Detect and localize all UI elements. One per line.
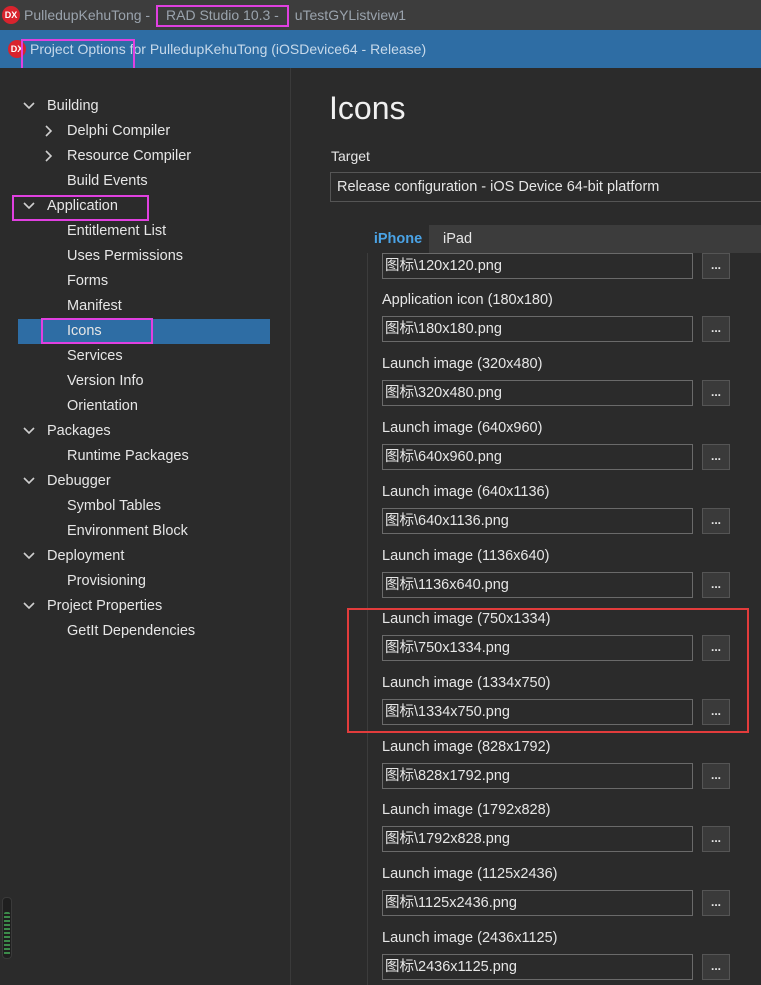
- tree-item-label: Debugger: [47, 473, 111, 489]
- highlight-box-application: [12, 195, 149, 221]
- browse-button[interactable]: ...: [702, 890, 730, 916]
- icon-path-input[interactable]: 图标\1136x640.png: [382, 572, 693, 598]
- tab-ipad[interactable]: iPad: [443, 225, 472, 253]
- field-label: Launch image (2436x1125): [382, 930, 558, 946]
- field-label: Launch image (1136x640): [382, 548, 550, 564]
- icon-path-input[interactable]: 图标\1792x828.png: [382, 826, 693, 852]
- tree-item-label: Entitlement List: [67, 223, 167, 239]
- tree-item-orientation[interactable]: Orientation: [67, 394, 138, 418]
- tree-item-label: Orientation: [67, 398, 138, 414]
- chevron-down-icon[interactable]: [22, 474, 36, 488]
- tree-item-label: Project Properties: [47, 598, 163, 614]
- tree-item-label: Uses Permissions: [67, 248, 184, 264]
- browse-button[interactable]: ...: [702, 572, 730, 598]
- tree-item-build-events[interactable]: Build Events: [67, 169, 148, 193]
- icon-path-input[interactable]: 图标\640x1136.png: [382, 508, 693, 534]
- icon-path-input[interactable]: 图标\1125x2436.png: [382, 890, 693, 916]
- tree-item-label: Resource Compiler: [67, 148, 192, 164]
- tree-item-forms[interactable]: Forms: [67, 269, 108, 293]
- field-label: Launch image (320x480): [382, 356, 543, 372]
- page-title: Icons: [329, 90, 406, 126]
- tree-item-label: Runtime Packages: [67, 448, 189, 464]
- browse-button[interactable]: ...: [702, 444, 730, 470]
- chevron-right-icon[interactable]: [42, 124, 56, 138]
- tree-item-label: Delphi Compiler: [67, 123, 171, 139]
- icon-path-input[interactable]: 图标\180x180.png: [382, 316, 693, 342]
- field-label: Launch image (640x960): [382, 420, 543, 436]
- tree-item-label: Manifest: [67, 298, 122, 314]
- chevron-down-icon[interactable]: [22, 599, 36, 613]
- tree-item-environment-block[interactable]: Environment Block: [67, 519, 188, 543]
- icon-path-input[interactable]: 图标\828x1792.png: [382, 763, 693, 789]
- tree-item-entitlement-list[interactable]: Entitlement List: [67, 219, 166, 243]
- browse-button[interactable]: ...: [702, 508, 730, 534]
- tree-item-manifest[interactable]: Manifest: [67, 294, 122, 318]
- tree-item-label: Forms: [67, 273, 109, 289]
- tree-item-label: Building: [47, 98, 99, 114]
- tree-item-label: Packages: [47, 423, 111, 439]
- tree-item-provisioning[interactable]: Provisioning: [67, 569, 146, 593]
- tree-item-label: Version Info: [67, 373, 144, 389]
- tree-item-getit-dependencies[interactable]: GetIt Dependencies: [67, 619, 195, 643]
- highlight-box-icons: [41, 318, 153, 344]
- browse-button[interactable]: ...: [702, 763, 730, 789]
- tree-item-label: GetIt Dependencies: [67, 623, 196, 639]
- browse-button[interactable]: ...: [702, 826, 730, 852]
- icon-path-input[interactable]: 图标\2436x1125.png: [382, 954, 693, 980]
- dialog-title-detail: for PulledupKehuTong (iOSDevice64 - Rele…: [125, 41, 427, 57]
- highlight-box-launch-images: [347, 608, 749, 733]
- chevron-right-icon[interactable]: [42, 149, 56, 163]
- browse-button[interactable]: ...: [702, 253, 730, 279]
- browse-button[interactable]: ...: [702, 954, 730, 980]
- tree-item-label: Build Events: [67, 173, 148, 189]
- field-label: Launch image (1125x2436): [382, 866, 558, 882]
- chevron-down-icon[interactable]: [22, 549, 36, 563]
- tree-item-label: Provisioning: [67, 573, 146, 589]
- icon-path-input[interactable]: 图标\120x120.png: [382, 253, 693, 279]
- title-project-name: PulledupKehuTong -: [24, 7, 154, 23]
- dx-logo-icon: DX: [2, 6, 20, 24]
- browse-button[interactable]: ...: [702, 316, 730, 342]
- chevron-down-icon[interactable]: [22, 424, 36, 438]
- field-label: Launch image (828x1792): [382, 739, 551, 755]
- tree-item-symbol-tables[interactable]: Symbol Tables: [67, 494, 161, 518]
- tree-item-label: Symbol Tables: [67, 498, 162, 514]
- tree-item-services[interactable]: Services: [67, 344, 123, 368]
- tree-item-runtime-packages[interactable]: Runtime Packages: [67, 444, 189, 468]
- browse-button[interactable]: ...: [702, 380, 730, 406]
- field-label: Launch image (1792x828): [382, 802, 551, 818]
- target-select[interactable]: Release configuration - iOS Device 64-bi…: [330, 172, 761, 202]
- window-title: PulledupKehuTong - RAD Studio 10.3 - uTe…: [24, 5, 407, 27]
- device-tabs: iPhone iPad: [367, 225, 761, 253]
- title-unit-name: uTestGYListview1: [290, 7, 407, 23]
- tree-item-label: Environment Block: [67, 523, 188, 539]
- target-label: Target: [331, 148, 370, 164]
- icon-path-input[interactable]: 图标\640x960.png: [382, 444, 693, 470]
- chevron-down-icon[interactable]: [22, 99, 36, 113]
- icon-path-input[interactable]: 图标\320x480.png: [382, 380, 693, 406]
- tree-item-label: Services: [67, 348, 123, 364]
- field-label: Application icon (180x180): [382, 292, 553, 308]
- scroll-gauge: [2, 897, 12, 959]
- options-tree: Building Delphi Compiler Resource Compil…: [0, 68, 291, 985]
- tree-item-label: Deployment: [47, 548, 125, 564]
- title-ide-version: RAD Studio 10.3 -: [156, 5, 289, 27]
- tree-item-uses-permissions[interactable]: Uses Permissions: [67, 244, 183, 268]
- window-titlebar: DX PulledupKehuTong - RAD Studio 10.3 - …: [0, 0, 761, 30]
- field-label: Launch image (640x1136): [382, 484, 550, 500]
- tab-iphone[interactable]: iPhone: [367, 225, 429, 253]
- options-content: Icons Target Release configuration - iOS…: [291, 68, 761, 985]
- tree-item-version-info[interactable]: Version Info: [67, 369, 144, 393]
